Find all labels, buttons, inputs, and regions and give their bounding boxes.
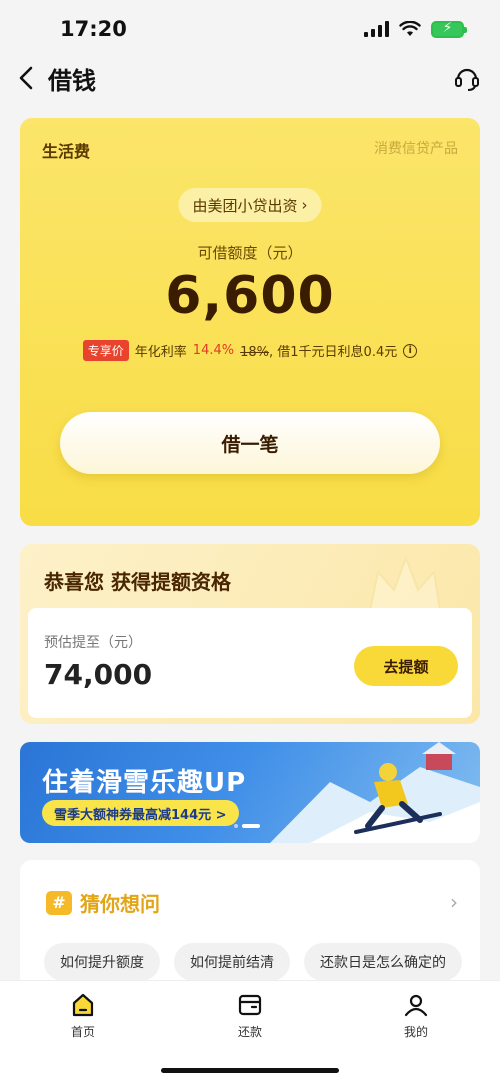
status-icons: ⚡ — [364, 20, 467, 38]
estimate-amount: 74,000 — [44, 658, 153, 691]
wifi-icon — [399, 21, 421, 36]
tab-label: 首页 — [70, 1025, 95, 1039]
limit-label: 可借额度（元） — [197, 244, 303, 262]
lender-text: 由美团小贷出资 — [192, 196, 298, 215]
loan-category: 生活费 — [42, 142, 91, 161]
faq-title: 猜你想问 — [80, 892, 160, 916]
home-indicator — [161, 1068, 339, 1073]
faq-header: # 猜你想问 — [46, 888, 160, 917]
banner-pagination — [234, 824, 260, 828]
banner-subtitle[interactable]: 雪季大额神券最高减144元 > — [42, 800, 239, 826]
status-bar: 17:20 ⚡ — [0, 0, 500, 58]
chevron-right-icon[interactable]: › — [450, 890, 458, 914]
limit-amount: 6,600 — [165, 266, 335, 326]
battery-icon: ⚡ — [431, 20, 467, 38]
upgrade-card: 恭喜您 获得提额资格 预估提至（元） 74,000 去提额 — [20, 544, 480, 724]
repay-icon — [238, 994, 262, 1016]
customer-service-icon[interactable] — [452, 63, 482, 93]
signal-icon — [364, 21, 389, 37]
upgrade-title: 恭喜您 获得提额资格 — [44, 570, 231, 594]
promo-banner[interactable]: 住着滑雪乐趣UP 雪季大额神券最高减144元 > — [20, 742, 480, 843]
faq-chip[interactable]: 如何提前结清 — [174, 943, 290, 981]
tab-profile[interactable]: 我的 — [376, 991, 456, 1040]
tab-label: 还款 — [237, 1025, 262, 1039]
rate-row: 专享价 年化利率 14.4% 18%, 借1千元日利息0.4元 i — [20, 340, 480, 361]
faq-card: # 猜你想问 › 如何提升额度 如何提前结清 还款日是怎么确定的 — [20, 860, 480, 1000]
faq-chip[interactable]: 还款日是怎么确定的 — [304, 943, 462, 981]
rate-prefix: 年化利率 — [134, 345, 187, 360]
tab-home[interactable]: 首页 — [43, 991, 123, 1040]
skier-illustration-icon — [270, 742, 480, 843]
rate-current: 14.4% — [192, 343, 235, 358]
back-icon[interactable] — [18, 64, 40, 92]
borrow-button[interactable]: 借一笔 — [60, 412, 440, 474]
tab-label: 我的 — [403, 1025, 428, 1039]
profile-icon — [404, 994, 428, 1017]
product-type-label: 消费信贷产品 — [374, 141, 458, 157]
loan-card: 生活费 消费信贷产品 由美团小贷出资 › 可借额度（元） 6,600 专享价 年… — [20, 118, 480, 526]
info-icon[interactable]: i — [403, 343, 418, 358]
chevron-right-icon: › — [301, 196, 308, 214]
rate-old: 18% — [240, 345, 270, 360]
faq-chip[interactable]: 如何提升额度 — [44, 943, 160, 981]
tab-repay[interactable]: 还款 — [210, 991, 290, 1040]
banner-title: 住着滑雪乐趣UP — [42, 768, 247, 798]
raise-limit-button[interactable]: 去提额 — [354, 646, 458, 686]
upgrade-inner: 预估提至（元） 74,000 去提额 — [28, 608, 472, 718]
home-icon — [72, 993, 94, 1017]
tab-bar: 首页 还款 我的 — [0, 980, 500, 1082]
status-time: 17:20 — [60, 17, 127, 41]
page-title: 借钱 — [48, 66, 96, 95]
lender-pill[interactable]: 由美团小贷出资 › — [178, 188, 322, 222]
exclusive-badge: 专享价 — [82, 340, 129, 361]
nav-left: 借钱 — [18, 61, 96, 96]
rate-suffix: , 借1千元日利息0.4元 — [269, 345, 398, 360]
estimate-label: 预估提至（元） — [44, 635, 142, 651]
hash-icon: # — [46, 890, 72, 915]
faq-chips: 如何提升额度 如何提前结清 还款日是怎么确定的 — [44, 943, 462, 981]
nav-bar: 借钱 — [0, 58, 500, 98]
